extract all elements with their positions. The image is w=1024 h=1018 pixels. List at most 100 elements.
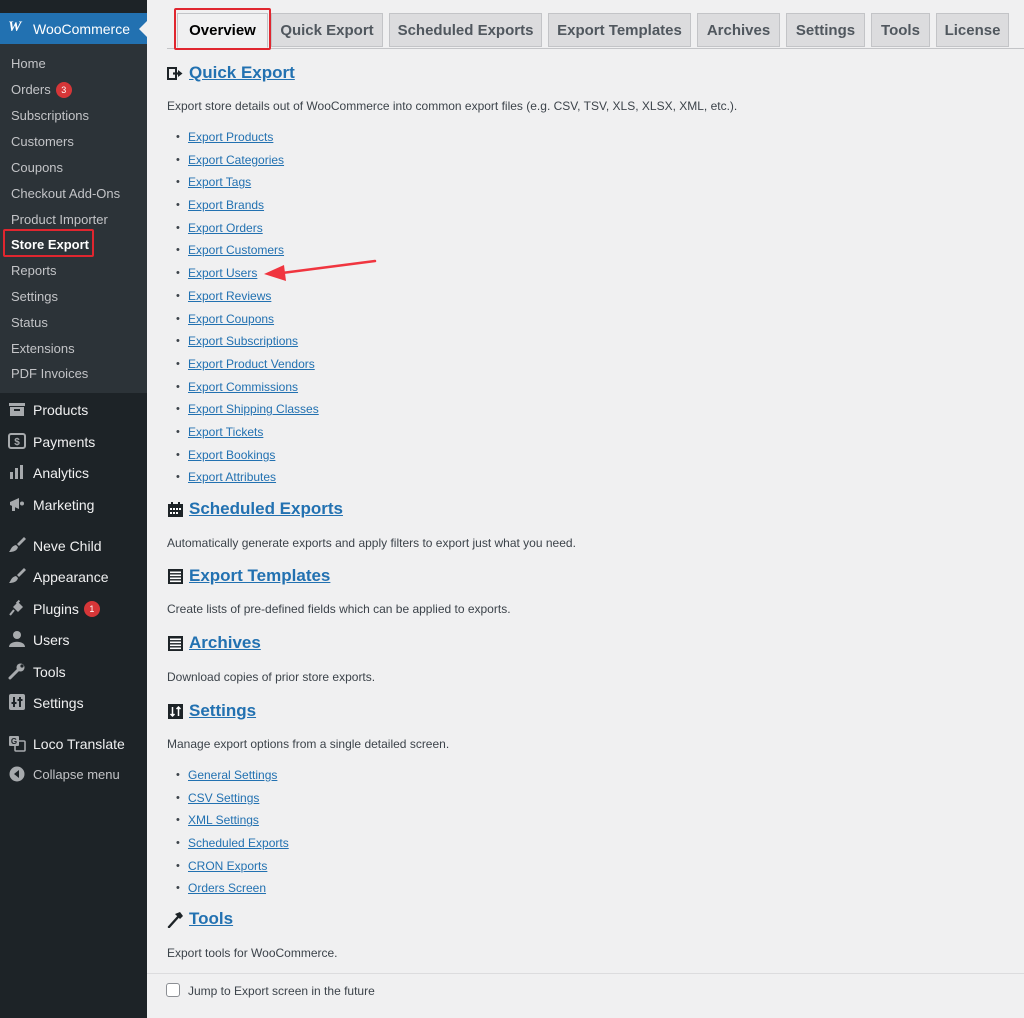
export-brands-link[interactable]: Export Brands (188, 198, 264, 212)
export-users-link[interactable]: Export Users (188, 266, 257, 280)
sidebar-item-label: Collapse menu (33, 767, 120, 782)
export-product-vendors-link[interactable]: Export Product Vendors (188, 357, 315, 371)
user-icon (9, 631, 25, 647)
woocommerce-submenu: Home Orders 3 Subscriptions Customers Cou… (0, 44, 147, 393)
general-settings-link[interactable]: General Settings (188, 768, 277, 782)
list-item: Export Shipping Classes (176, 401, 319, 424)
sidebar-item-plugins[interactable]: Plugins 1 (0, 597, 147, 621)
list-item: Export Coupons (176, 311, 319, 334)
submenu-label: Coupons (11, 160, 64, 175)
settings-link[interactable]: Settings (189, 701, 256, 721)
list-item: Export Orders (176, 220, 319, 243)
tab-tools[interactable]: Tools (871, 13, 930, 47)
list-item: Export Brands (176, 197, 319, 220)
list-item: Export Tickets (176, 424, 319, 447)
settings-icon (9, 694, 25, 710)
orders-count-badge: 3 (55, 82, 72, 98)
nav-tab-wrapper: Overview Quick Export Scheduled Exports … (167, 13, 1024, 49)
export-orders-link[interactable]: Export Orders (188, 221, 263, 235)
submenu-label: Customers (11, 134, 74, 149)
list-item: Export Reviews (176, 288, 319, 311)
export-icon (167, 67, 183, 80)
list-icon (168, 569, 183, 584)
sort-icon (168, 704, 183, 719)
submenu-item-coupons[interactable]: Coupons (11, 160, 63, 176)
submenu-item-home[interactable]: Home (11, 56, 46, 72)
tools-link[interactable]: Tools (189, 909, 233, 929)
export-templates-description: Create lists of pre-defined fields which… (167, 602, 511, 616)
tab-quick-export[interactable]: Quick Export (271, 13, 383, 47)
submenu-label: Reports (11, 263, 57, 278)
tab-export-templates[interactable]: Export Templates (548, 13, 691, 47)
sidebar-item-loco-translate[interactable]: G Loco Translate (0, 732, 147, 756)
sidebar-item-label: Loco Translate (33, 736, 125, 752)
sidebar-item-label: Analytics (33, 465, 90, 481)
calendar-icon (168, 502, 183, 517)
sidebar-item-tools[interactable]: Tools (0, 660, 147, 684)
submenu-item-status[interactable]: Status (11, 315, 48, 331)
submenu-item-pdf-invoices[interactable]: PDF Invoices (11, 366, 88, 382)
list-item: Export Commissions (176, 379, 319, 402)
submenu-item-customers[interactable]: Customers (11, 134, 74, 150)
orders-screen-link[interactable]: Orders Screen (188, 881, 266, 895)
plugins-update-badge: 1 (83, 601, 100, 617)
submenu-item-checkout-add-ons[interactable]: Checkout Add-Ons (11, 186, 120, 202)
export-reviews-link[interactable]: Export Reviews (188, 289, 271, 303)
export-bookings-link[interactable]: Export Bookings (188, 448, 275, 462)
export-tickets-link[interactable]: Export Tickets (188, 425, 263, 439)
submenu-item-reports[interactable]: Reports (11, 263, 57, 279)
scheduled-exports-link[interactable]: Scheduled Exports (189, 499, 343, 519)
sidebar-item-settings[interactable]: Settings (0, 691, 147, 715)
export-templates-link[interactable]: Export Templates (189, 566, 330, 586)
export-categories-link[interactable]: Export Categories (188, 153, 284, 167)
sidebar-item-label: WooCommerce (33, 21, 130, 37)
tab-settings[interactable]: Settings (786, 13, 865, 47)
sidebar-item-neve-child[interactable]: Neve Child (0, 534, 147, 558)
csv-settings-link[interactable]: CSV Settings (188, 791, 259, 805)
collapse-menu-button[interactable]: Collapse menu (0, 763, 147, 787)
tab-license[interactable]: License (936, 13, 1009, 47)
sidebar-item-woocommerce[interactable]: W WooCommerce (0, 13, 147, 44)
products-icon (9, 403, 25, 416)
payments-icon: $ (8, 433, 26, 449)
sidebar-item-marketing[interactable]: Marketing (0, 493, 147, 517)
list-item: Scheduled Exports (176, 835, 289, 858)
list-item: XML Settings (176, 812, 289, 835)
export-products-link[interactable]: Export Products (188, 130, 273, 144)
list-item: General Settings (176, 767, 289, 790)
archives-link[interactable]: Archives (189, 633, 261, 653)
sidebar-item-label: Neve Child (33, 538, 102, 554)
export-coupons-link[interactable]: Export Coupons (188, 312, 274, 326)
submenu-label: Product Importer (11, 212, 108, 227)
admin-sidebar: W WooCommerce Home Orders 3 Subscriptions… (0, 0, 147, 1018)
submenu-item-product-importer[interactable]: Product Importer (11, 212, 108, 228)
list-icon (168, 636, 183, 651)
sidebar-item-payments[interactable]: $ Payments (0, 430, 147, 454)
export-shipping-classes-link[interactable]: Export Shipping Classes (188, 402, 319, 416)
submenu-item-subscriptions[interactable]: Subscriptions (11, 108, 89, 124)
collapse-icon (9, 766, 25, 782)
submenu-item-extensions[interactable]: Extensions (11, 341, 75, 357)
quick-export-link[interactable]: Quick Export (189, 63, 295, 83)
sidebar-item-label: Marketing (33, 497, 95, 513)
sidebar-item-products[interactable]: Products (0, 398, 147, 422)
export-attributes-link[interactable]: Export Attributes (188, 470, 276, 484)
sidebar-item-appearance[interactable]: Appearance (0, 565, 147, 589)
list-item: Orders Screen (176, 880, 289, 903)
list-item: Export Bookings (176, 447, 319, 470)
scheduled-exports-settings-link[interactable]: Scheduled Exports (188, 836, 289, 850)
sidebar-item-analytics[interactable]: Analytics (0, 461, 147, 485)
submenu-item-orders[interactable]: Orders 3 (11, 82, 72, 98)
cron-exports-link[interactable]: CRON Exports (188, 859, 267, 873)
submenu-label: Orders (11, 82, 51, 97)
submenu-item-settings[interactable]: Settings (11, 289, 58, 305)
export-tags-link[interactable]: Export Tags (188, 175, 251, 189)
tab-scheduled-exports[interactable]: Scheduled Exports (389, 13, 542, 47)
xml-settings-link[interactable]: XML Settings (188, 813, 259, 827)
tab-archives[interactable]: Archives (697, 13, 780, 47)
sidebar-item-users[interactable]: Users (0, 628, 147, 652)
jump-to-export-checkbox[interactable] (166, 983, 180, 997)
plugin-icon (9, 599, 23, 616)
export-commissions-link[interactable]: Export Commissions (188, 380, 298, 394)
export-subscriptions-link[interactable]: Export Subscriptions (188, 334, 298, 348)
